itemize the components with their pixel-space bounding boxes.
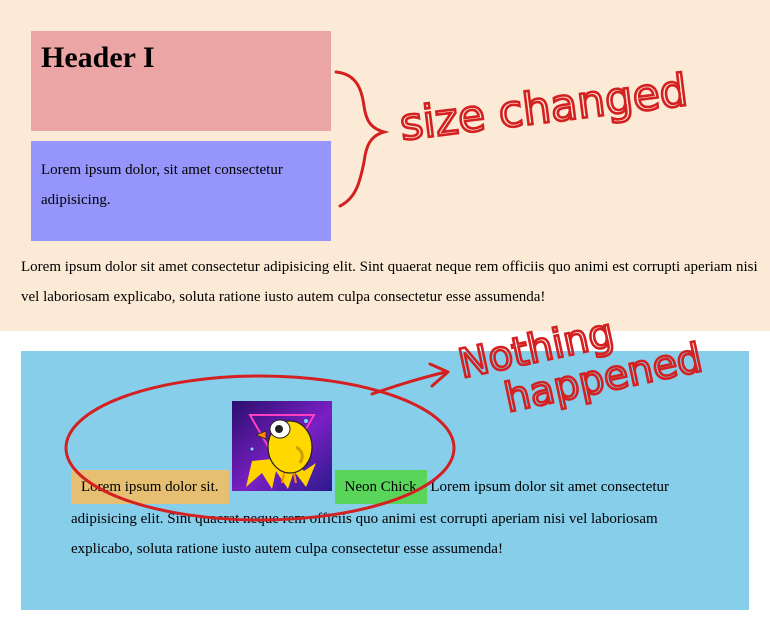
top-paragraph: Lorem ipsum dolor sit amet consectetur a… <box>21 259 758 305</box>
top-section: Header I Lorem ipsum dolor, sit amet con… <box>0 0 770 331</box>
orange-label: Lorem ipsum dolor sit. <box>71 470 229 504</box>
neon-chick-image <box>231 401 332 491</box>
page: Header I Lorem ipsum dolor, sit amet con… <box>0 0 770 644</box>
header-title: Header I <box>41 41 155 74</box>
bottom-section: Lorem ipsum dolor sit. Neon Chick Lorem … <box>21 351 749 610</box>
green-label: Neon Chick <box>334 470 427 504</box>
inline-content: Lorem ipsum dolor sit. Neon Chick Lorem … <box>71 401 711 564</box>
header-box: Header I <box>31 31 331 131</box>
text-box: Lorem ipsum dolor, sit amet consectetur … <box>31 141 331 241</box>
text-box-content: Lorem ipsum dolor, sit amet consectetur … <box>41 162 283 208</box>
